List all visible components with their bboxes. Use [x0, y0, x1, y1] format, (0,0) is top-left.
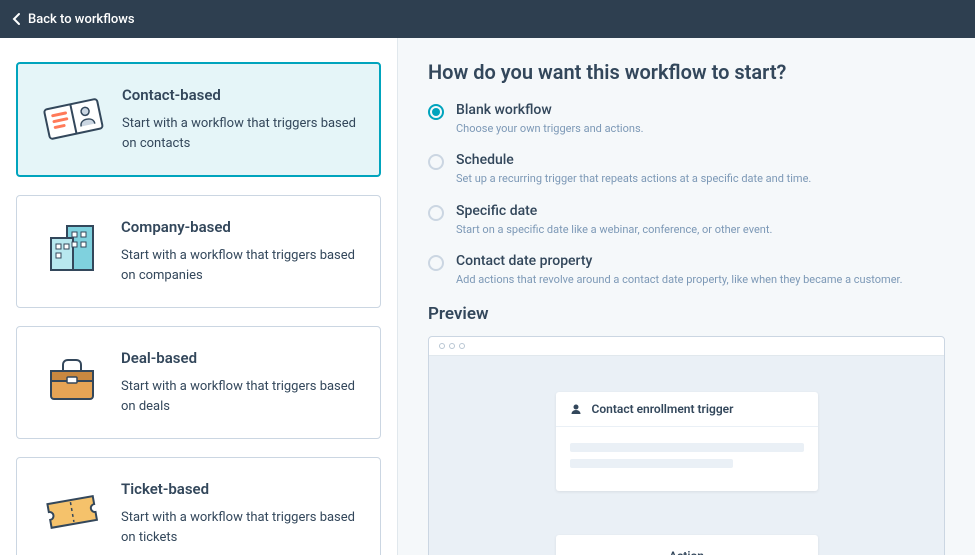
type-desc: Start with a workflow that triggers base… — [121, 508, 360, 547]
option-title: Schedule — [456, 152, 811, 168]
option-desc: Set up a recurring trigger that repeats … — [456, 171, 811, 186]
type-card-company[interactable]: Company-based Start with a workflow that… — [16, 195, 381, 308]
type-desc: Start with a workflow that triggers base… — [121, 377, 360, 416]
preview-container: Contact enrollment trigger Action — [428, 336, 945, 555]
type-card-contact[interactable]: Contact-based Start with a workflow that… — [16, 62, 381, 177]
type-title: Company-based — [121, 218, 360, 236]
option-desc: Add actions that revolve around a contac… — [456, 272, 903, 287]
option-desc: Start on a specific date like a webinar,… — [456, 222, 772, 237]
panel-heading: How do you want this workflow to start? — [428, 60, 945, 84]
trigger-card-title: Contact enrollment trigger — [592, 402, 734, 416]
type-desc: Start with a workflow that triggers base… — [122, 114, 359, 153]
skeleton-line — [570, 459, 734, 468]
main-content: Contact-based Start with a workflow that… — [0, 38, 975, 555]
type-title: Ticket-based — [121, 480, 360, 498]
action-card-title: Action — [669, 549, 704, 555]
start-options-panel: How do you want this workflow to start? … — [398, 38, 975, 555]
type-title: Contact-based — [122, 86, 359, 104]
option-title: Specific date — [456, 203, 772, 219]
company-icon — [37, 218, 107, 280]
option-contact-date-property[interactable]: Contact date property Add actions that r… — [428, 253, 945, 287]
option-specific-date[interactable]: Specific date Start on a specific date l… — [428, 203, 945, 237]
option-desc: Choose your own triggers and actions. — [456, 121, 644, 136]
radio-icon — [428, 154, 444, 170]
workflow-type-panel: Contact-based Start with a workflow that… — [0, 38, 398, 555]
action-card: Action — [556, 535, 818, 555]
radio-icon — [428, 104, 444, 120]
person-icon — [570, 403, 582, 415]
radio-icon — [428, 205, 444, 221]
option-blank-workflow[interactable]: Blank workflow Choose your own triggers … — [428, 102, 945, 136]
chevron-left-icon — [12, 12, 22, 26]
window-dots-icon — [429, 337, 944, 356]
type-card-deal[interactable]: Deal-based Start with a workflow that tr… — [16, 326, 381, 439]
trigger-card: Contact enrollment trigger — [556, 392, 818, 491]
skeleton-line — [570, 443, 804, 452]
radio-icon — [428, 255, 444, 271]
back-link-label: Back to workflows — [28, 12, 135, 27]
type-title: Deal-based — [121, 349, 360, 367]
type-card-ticket[interactable]: Ticket-based Start with a workflow that … — [16, 457, 381, 555]
preview-canvas: Contact enrollment trigger Action — [429, 356, 944, 555]
ticket-icon — [37, 480, 107, 542]
deal-icon — [37, 349, 107, 411]
type-desc: Start with a workflow that triggers base… — [121, 246, 360, 285]
option-title: Blank workflow — [456, 102, 644, 118]
contact-icon — [38, 86, 108, 148]
option-title: Contact date property — [456, 253, 903, 269]
app-header: Back to workflows — [0, 0, 975, 38]
option-schedule[interactable]: Schedule Set up a recurring trigger that… — [428, 152, 945, 186]
preview-heading: Preview — [428, 304, 945, 324]
back-to-workflows-link[interactable]: Back to workflows — [12, 12, 135, 27]
